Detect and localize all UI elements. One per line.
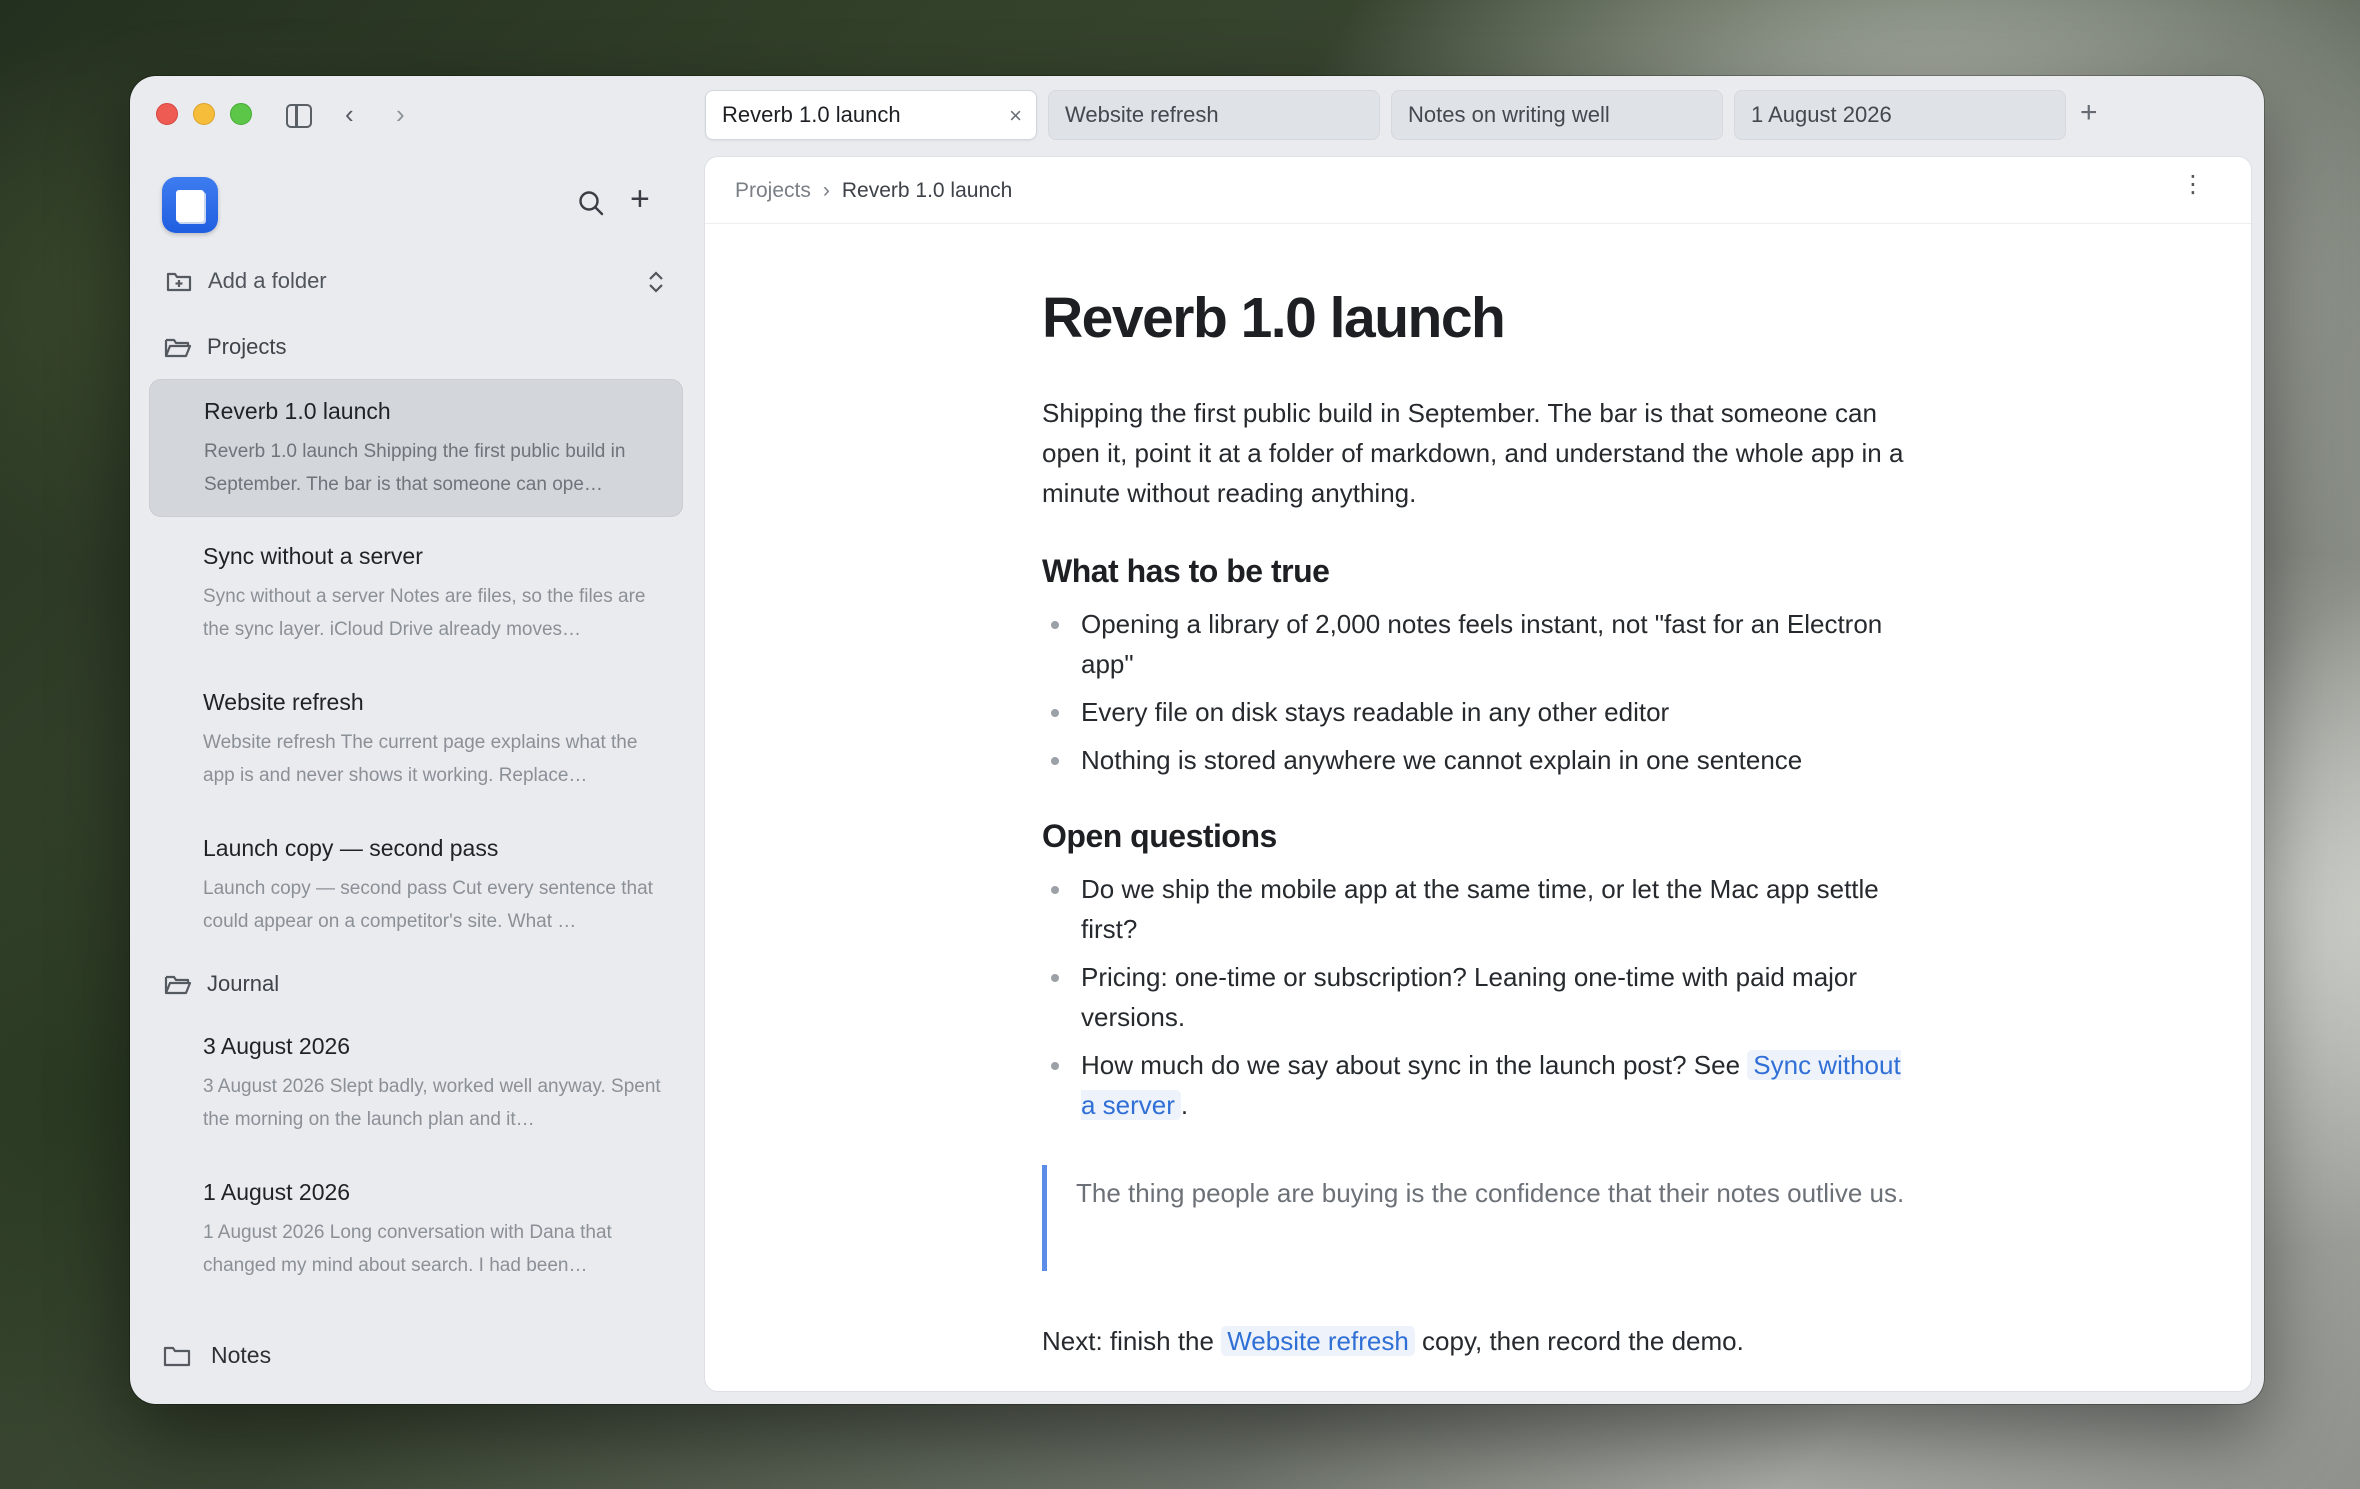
list-item: Nothing is stored anywhere we cannot exp… bbox=[1042, 740, 1912, 780]
note-title: Sync without a server bbox=[203, 543, 423, 569]
note-title: 3 August 2026 bbox=[203, 1033, 351, 1059]
breadcrumb-current: Reverb 1.0 launch bbox=[841, 179, 1013, 202]
list-item: Pricing: one-time or subscription? Leani… bbox=[1042, 957, 1912, 1037]
section-heading: What has to be true bbox=[1042, 553, 1330, 589]
tab-website-refresh[interactable]: Website refresh bbox=[1048, 90, 1380, 140]
note-title: Launch copy — second pass bbox=[203, 835, 499, 861]
list-item[interactable]: Reverb 1.0 launch Reverb 1.0 launch Ship… bbox=[149, 379, 683, 517]
list-item: Do we ship the mobile app at the same ti… bbox=[1042, 869, 1912, 949]
sort-chevrons-icon[interactable] bbox=[647, 269, 665, 295]
tab-reverb-launch[interactable]: Reverb 1.0 launch × bbox=[705, 90, 1037, 140]
zoom-window-button[interactable] bbox=[230, 103, 252, 125]
back-icon[interactable]: ‹ bbox=[345, 100, 354, 128]
list-item[interactable]: Launch copy — second pass Launch copy — … bbox=[149, 817, 683, 955]
page-title: Reverb 1.0 launch bbox=[1042, 286, 1506, 350]
folder-open-icon bbox=[164, 338, 192, 358]
tab-label: Reverb 1.0 launch bbox=[722, 102, 901, 127]
close-window-button[interactable] bbox=[156, 103, 178, 125]
tab-label: Website refresh bbox=[1065, 102, 1219, 127]
list-item[interactable]: Sync without a server Sync without a ser… bbox=[149, 525, 683, 663]
tab-notes-writing[interactable]: Notes on writing well bbox=[1391, 90, 1723, 140]
note-title: Website refresh bbox=[203, 689, 364, 715]
note-title: Reverb 1.0 launch bbox=[204, 398, 391, 424]
list-item[interactable]: Website refresh Website refresh The curr… bbox=[149, 671, 683, 809]
next-paragraph: Next: finish the Website refresh copy, t… bbox=[1042, 1321, 1912, 1361]
new-tab-button[interactable]: + bbox=[2080, 96, 2098, 130]
list-item-text: How much do we say about sync in the lau… bbox=[1081, 1050, 1748, 1080]
tab-label: Notes on writing well bbox=[1408, 102, 1610, 127]
note-title: 1 August 2026 bbox=[203, 1179, 351, 1205]
header-divider bbox=[705, 223, 2251, 224]
add-folder-button[interactable]: Add a folder bbox=[166, 268, 327, 294]
tab-label: 1 August 2026 bbox=[1751, 102, 1892, 127]
tab-1-august[interactable]: 1 August 2026 bbox=[1734, 90, 2066, 140]
more-options-icon[interactable]: ⋮ bbox=[2181, 173, 2205, 197]
folder-projects[interactable]: Projects bbox=[164, 334, 286, 360]
section-heading: Open questions bbox=[1042, 818, 1277, 854]
paragraph-text: Next: finish the bbox=[1042, 1326, 1222, 1356]
forward-icon[interactable]: › bbox=[396, 100, 405, 128]
folder-open-icon bbox=[164, 975, 192, 995]
new-note-button[interactable]: + bbox=[630, 180, 650, 219]
window-controls bbox=[156, 103, 252, 125]
minimize-window-button[interactable] bbox=[193, 103, 215, 125]
app-window: ‹ › Reverb 1.0 launch × Website refresh … bbox=[130, 76, 2264, 1404]
folder-label: Journal bbox=[207, 971, 280, 996]
paragraph-text: copy, then record the demo. bbox=[1414, 1326, 1744, 1356]
bullet-list: Opening a library of 2,000 notes feels i… bbox=[1042, 604, 1912, 780]
folder-icon bbox=[163, 1346, 191, 1366]
note-snippet: Reverb 1.0 launch Shipping the first pub… bbox=[204, 441, 626, 495]
search-icon[interactable] bbox=[578, 190, 604, 216]
breadcrumb-chevron-icon: › bbox=[822, 179, 830, 202]
folder-label: Projects bbox=[207, 334, 287, 359]
list-item[interactable]: 3 August 2026 3 August 2026 Slept badly,… bbox=[149, 1015, 683, 1153]
note-snippet: Sync without a server Notes are files, s… bbox=[203, 586, 646, 640]
folder-plus-icon bbox=[166, 272, 192, 292]
folder-journal[interactable]: Journal bbox=[164, 971, 279, 997]
bullet-list: Do we ship the mobile app at the same ti… bbox=[1042, 869, 1912, 1125]
sidebar-toggle-icon[interactable] bbox=[286, 104, 312, 128]
breadcrumb: Projects › Reverb 1.0 launch bbox=[735, 179, 1012, 203]
list-item: Every file on disk stays readable in any… bbox=[1042, 692, 1912, 732]
document-body[interactable]: Reverb 1.0 launch Shipping the first pub… bbox=[1042, 285, 1912, 1361]
list-item-text: . bbox=[1180, 1090, 1189, 1120]
add-folder-label: Add a folder bbox=[208, 268, 327, 293]
note-snippet: Launch copy — second pass Cut every sent… bbox=[203, 878, 653, 932]
folder-label: Notes bbox=[211, 1342, 272, 1368]
note-snippet: 1 August 2026 Long conversation with Dan… bbox=[203, 1222, 612, 1276]
tab-bar: Reverb 1.0 launch × Website refresh Note… bbox=[705, 90, 2066, 140]
note-snippet: Website refresh The current page explain… bbox=[203, 732, 638, 786]
list-item: How much do we say about sync in the lau… bbox=[1042, 1045, 1912, 1125]
wikilink-website-refresh[interactable]: Website refresh bbox=[1221, 1326, 1415, 1356]
blockquote: The thing people are buying is the confi… bbox=[1042, 1165, 1912, 1271]
folder-notes[interactable]: Notes bbox=[163, 1342, 271, 1369]
close-icon[interactable]: × bbox=[1009, 103, 1022, 129]
breadcrumb-parent[interactable]: Projects bbox=[735, 179, 811, 203]
note-snippet: 3 August 2026 Slept badly, worked well a… bbox=[203, 1076, 661, 1130]
list-item: Opening a library of 2,000 notes feels i… bbox=[1042, 604, 1912, 684]
app-logo-icon bbox=[162, 177, 218, 233]
list-item[interactable]: 1 August 2026 1 August 2026 Long convers… bbox=[149, 1161, 683, 1299]
editor-pane: Projects › Reverb 1.0 launch ⋮ Reverb 1.… bbox=[704, 156, 2252, 1392]
lead-paragraph: Shipping the first public build in Septe… bbox=[1042, 398, 1904, 508]
